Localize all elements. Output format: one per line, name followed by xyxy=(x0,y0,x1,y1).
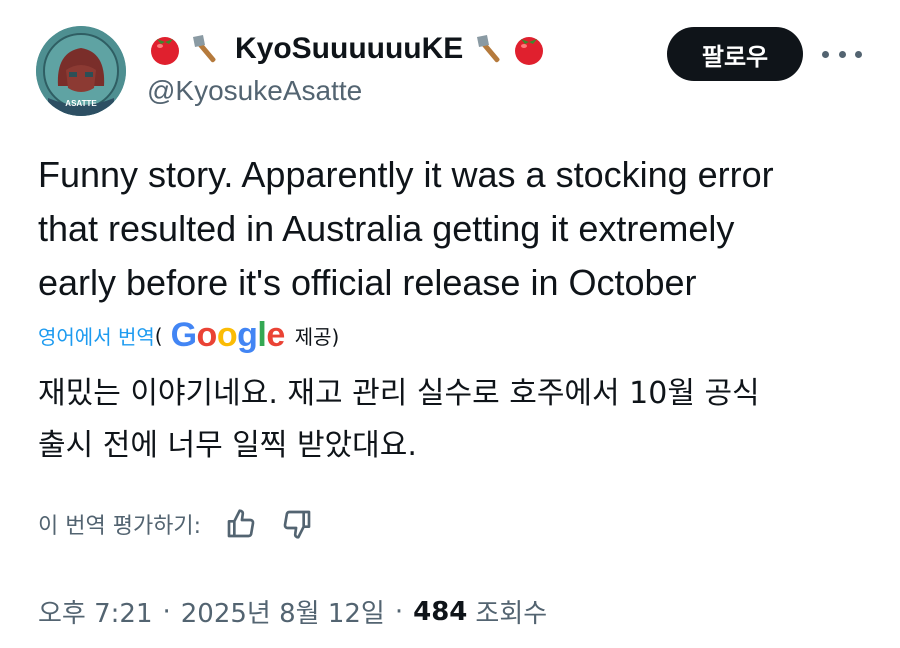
avatar-text: ASATTE xyxy=(65,99,97,108)
translation-attribution: 영어에서 번역 ( Google 제공) xyxy=(38,316,339,355)
tweet-meta: 오후 7:21 · 2025년 8월 12일 · 484 조회수 xyxy=(38,593,547,630)
translated-text-line: 재밌는 이야기네요. 재고 관리 실수로 호주에서 10월 공식 xyxy=(38,376,760,411)
more-options-button[interactable] xyxy=(822,36,862,72)
views-count: 484 xyxy=(413,596,468,627)
tweet-text: Funny story. Apparently it was a stockin… xyxy=(38,148,868,310)
separator: · xyxy=(162,596,171,627)
translated-text-line: 출시 전에 너무 일찍 받았대요. xyxy=(38,428,417,463)
tweet-text-line: Funny story. Apparently it was a stockin… xyxy=(38,154,774,195)
rate-label: 이 번역 평가하기: xyxy=(38,514,202,539)
google-logo: Google xyxy=(170,316,286,354)
tweet-text-line: that resulted in Australia getting it ex… xyxy=(38,208,735,249)
author-info: KyoSuuuuuuKE @KyosukeAsatte xyxy=(147,24,551,107)
avatar-image: ASATTE xyxy=(36,26,126,116)
more-horizontal-icon-dot xyxy=(855,50,862,58)
more-horizontal-icon-dot xyxy=(838,50,846,58)
axe-icon xyxy=(193,35,216,63)
provided-label: 제공) xyxy=(294,325,340,349)
thumbs-up-button[interactable] xyxy=(225,508,257,540)
translate-link[interactable]: 영어에서 번역 xyxy=(38,321,155,350)
avatar[interactable]: ASATTE xyxy=(36,26,126,116)
tweet-date[interactable]: 2025년 8월 12일 xyxy=(181,593,385,630)
thumbs-up-icon xyxy=(227,509,255,538)
tweet-text-line: early before it's official release in Oc… xyxy=(38,262,697,303)
thumbs-down-button[interactable] xyxy=(281,508,313,540)
tweet-time[interactable]: 오후 7:21 xyxy=(38,593,153,630)
tomato-icon xyxy=(151,37,179,65)
paren-open: ( xyxy=(154,323,163,348)
display-name-row[interactable]: KyoSuuuuuuKE xyxy=(147,24,551,74)
rate-translation: 이 번역 평가하기: xyxy=(38,508,313,540)
more-horizontal-icon xyxy=(822,50,829,58)
tomato-icon xyxy=(515,37,544,65)
handle[interactable]: @KyosukeAsatte xyxy=(147,75,551,107)
thumbs-down-icon xyxy=(283,510,311,539)
follow-button[interactable]: 팔로우 xyxy=(667,27,803,81)
translated-text: 재밌는 이야기네요. 재고 관리 실수로 호주에서 10월 공식 출시 전에 너… xyxy=(38,368,878,472)
display-name: KyoSuuuuuuKE xyxy=(235,32,464,65)
separator: · xyxy=(394,596,404,627)
axe-icon xyxy=(477,35,500,63)
views-label: 조회수 xyxy=(475,599,548,629)
